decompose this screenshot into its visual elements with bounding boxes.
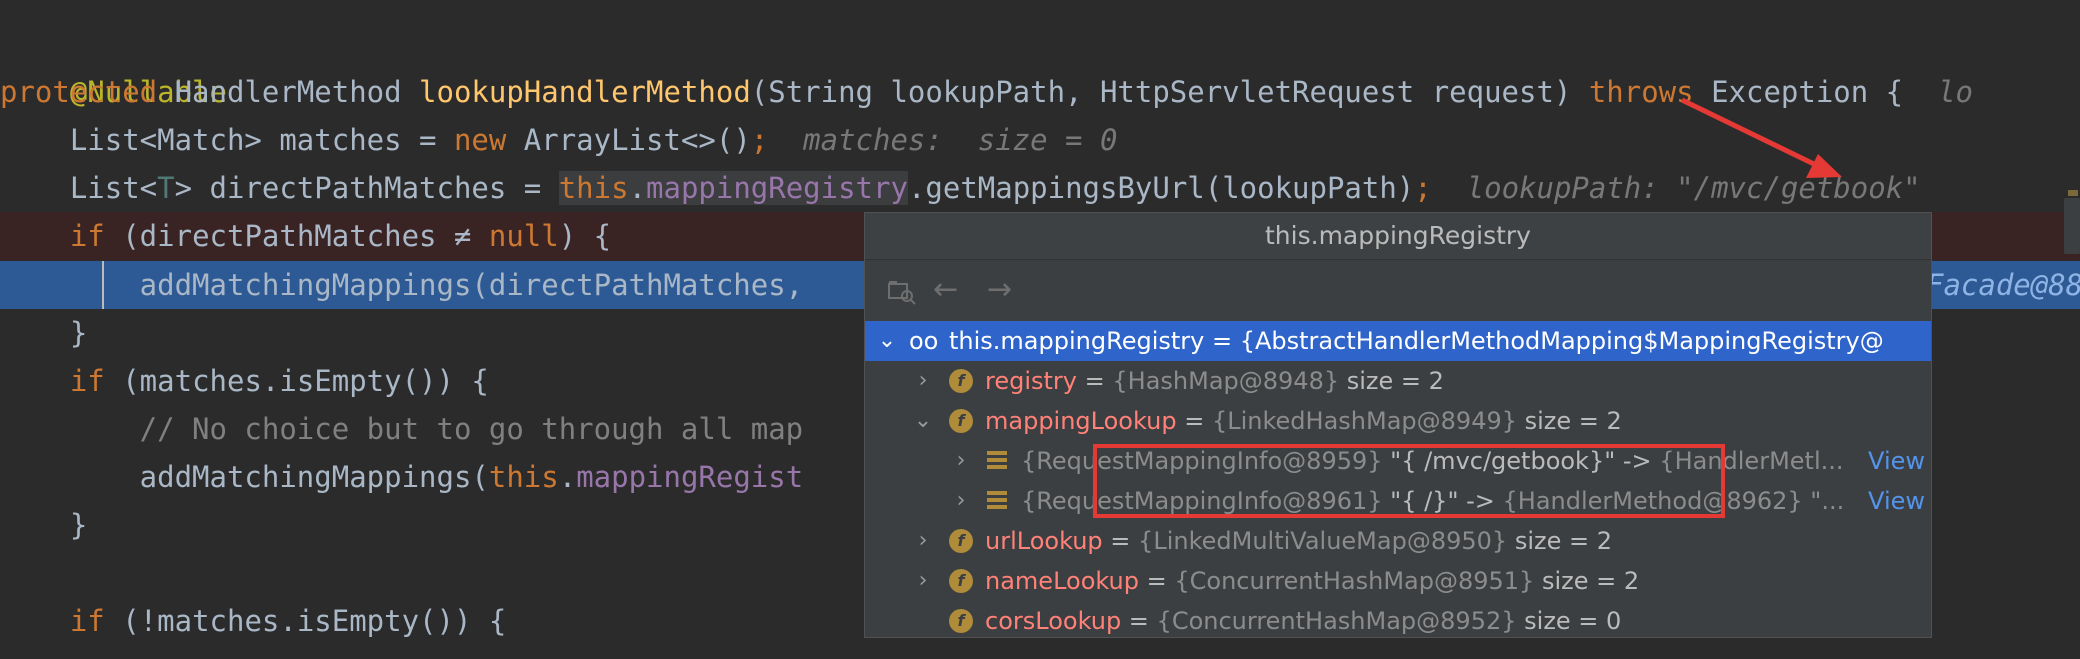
annotation-arrow	[1680, 97, 1842, 178]
